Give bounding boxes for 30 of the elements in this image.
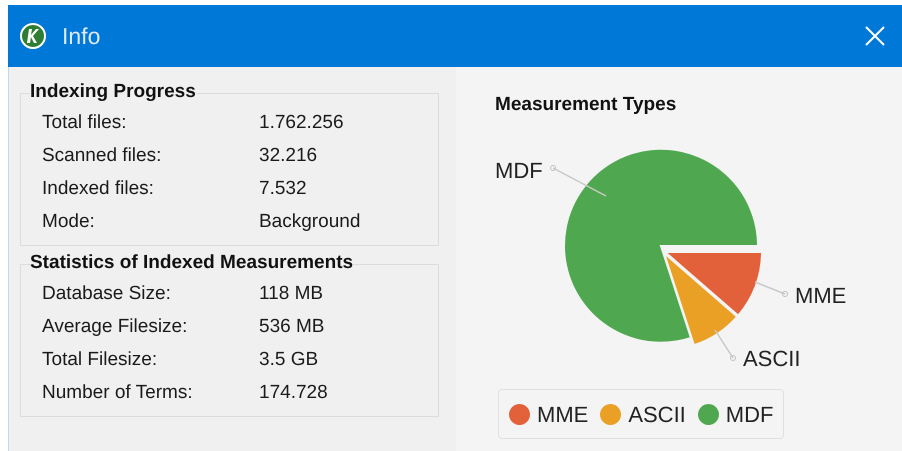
slice-label: MDF	[495, 158, 543, 183]
field-value: 1.762.256	[259, 111, 344, 136]
field-value: 3.5 GB	[259, 348, 318, 372]
field-value: 7.532	[259, 177, 307, 202]
field-value: 174.728	[259, 381, 328, 406]
field-value: Background	[259, 210, 360, 234]
window-title: Info	[62, 22, 100, 51]
slice-label: MME	[795, 283, 846, 308]
legend-label: ASCII	[628, 400, 686, 428]
group-title: Indexing Progress	[30, 80, 196, 104]
legend-label: MDF	[726, 400, 774, 428]
field-value: 536 MB	[259, 315, 324, 340]
slice-label: ASCII	[743, 346, 800, 371]
field-value: 118 MB	[259, 282, 324, 306]
field-label: Scanned files:	[42, 144, 162, 168]
chart-title: Measurement Types	[495, 93, 676, 117]
close-icon	[865, 26, 885, 46]
legend-label: MME	[537, 400, 588, 428]
field-label: Number of Terms:	[42, 381, 194, 406]
leader-line	[754, 281, 788, 297]
field-label: Database Size:	[42, 282, 172, 306]
field-label: Total Filesize:	[42, 348, 158, 372]
field-label: Average Filesize:	[42, 315, 188, 340]
field-label: Indexed files:	[42, 177, 155, 202]
leader-line	[550, 165, 606, 197]
app-logo-icon	[20, 23, 46, 49]
field-label: Mode:	[42, 210, 96, 234]
leader-line	[714, 330, 736, 361]
field-value: 32.216	[259, 144, 318, 168]
field-label: Total files:	[42, 111, 128, 136]
